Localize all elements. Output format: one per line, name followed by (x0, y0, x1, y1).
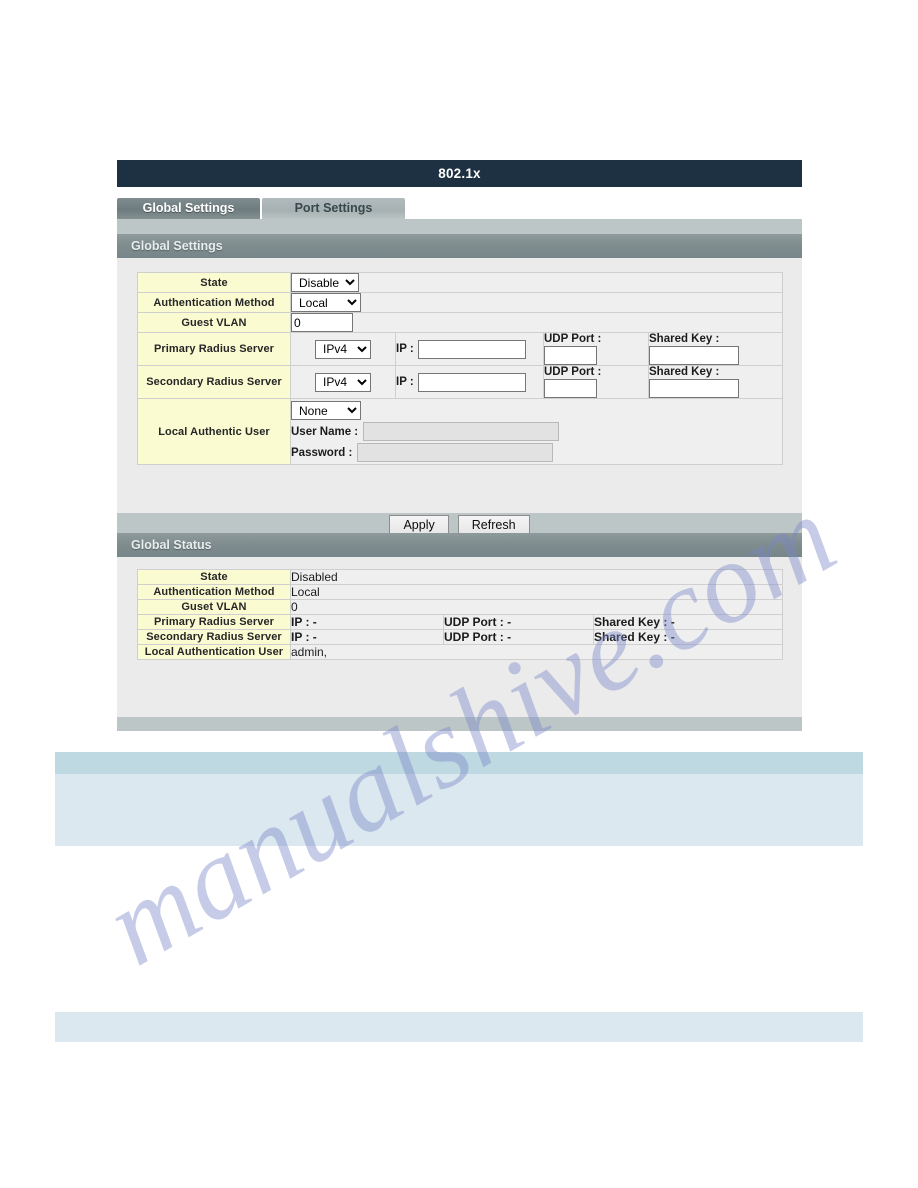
status-label-state: State (137, 569, 291, 585)
tab-port-settings[interactable]: Port Settings (262, 198, 405, 219)
cell-state-value: Disable (290, 272, 783, 293)
global-settings-table: State Disable Authentication Method Loca… (137, 272, 783, 465)
table-row-status-primary-radius: Primary Radius Server IP : - UDP Port : … (137, 614, 784, 630)
section-header-global-settings-label: Global Settings (131, 239, 223, 253)
tab-strip: Global Settings Port Settings (117, 197, 802, 219)
authentication-method-select[interactable]: Local (291, 293, 361, 312)
cell-auth-method-value: Local (290, 292, 783, 313)
status-label-guset-vlan: Guset VLAN (137, 599, 291, 615)
cell-local-authentic-user: None User Name : Password : (290, 398, 783, 465)
lower-table-primary-header (55, 752, 863, 774)
lower-table-primary-body (55, 774, 863, 846)
table-row-status-auth-method: Authentication Method Local (137, 584, 784, 600)
user-name-label: User Name : (291, 425, 359, 438)
global-status-table: State Disabled Authentication Method Loc… (137, 569, 784, 660)
table-row-local-authentic-user: Local Authentic User None User Name : Pa… (137, 398, 783, 465)
secondary-ip-input[interactable] (417, 372, 526, 392)
status-value-state: Disabled (289, 569, 784, 585)
table-row-status-secondary-radius: Secondary Radius Server IP : - UDP Port … (137, 629, 784, 645)
status-primary-ip: IP : - (290, 614, 444, 630)
status-secondary-shared-key: Shared Key : - (592, 629, 784, 645)
status-label-authentication-method: Authentication Method (137, 584, 291, 600)
status-label-secondary-radius-server: Secondary Radius Server (137, 629, 291, 645)
status-value-local-authentication-user: admin, (289, 644, 784, 660)
lower-table-secondary-body (55, 1012, 863, 1042)
user-name-input[interactable] (363, 422, 560, 441)
primary-shared-key-input[interactable] (649, 346, 739, 365)
tab-global-settings-label: Global Settings (142, 201, 235, 215)
label-guest-vlan: Guest VLAN (137, 312, 291, 333)
status-value-guset-vlan: 0 (289, 599, 784, 615)
status-label-primary-radius-server: Primary Radius Server (137, 614, 291, 630)
primary-shared-key-label: Shared Key : (649, 333, 720, 345)
label-secondary-radius-server: Secondary Radius Server (137, 365, 291, 399)
primary-ip-version-select[interactable]: IPv4 (315, 339, 371, 359)
password-input[interactable] (357, 443, 554, 462)
table-row-status-state: State Disabled (137, 569, 784, 585)
lower-table-primary (55, 752, 863, 846)
status-primary-shared-key: Shared Key : - (592, 614, 784, 630)
cell-primary-ip: IP : (395, 332, 544, 366)
primary-ip-input[interactable] (417, 339, 526, 359)
secondary-udp-port-input[interactable] (544, 379, 597, 398)
secondary-shared-key-input[interactable] (649, 379, 739, 398)
local-user-select[interactable]: None (291, 401, 361, 420)
table-row-status-local-user: Local Authentication User admin, (137, 644, 784, 660)
password-label: Password : (291, 446, 353, 459)
table-row-status-guest-vlan: Guset VLAN 0 (137, 599, 784, 615)
lower-table-secondary (55, 1012, 863, 1042)
table-row-secondary-radius: Secondary Radius Server IPv4 IP : UDP Po… (137, 365, 783, 399)
status-secondary-ip: IP : - (290, 629, 444, 645)
primary-udp-port-label: UDP Port : (544, 333, 602, 345)
page-title: 802.1x (438, 166, 481, 181)
cell-guest-vlan-value (290, 312, 783, 333)
secondary-ip-label: IP : (396, 376, 414, 388)
table-row-state: State Disable (137, 272, 783, 293)
label-primary-radius-server: Primary Radius Server (137, 332, 291, 366)
state-select[interactable]: Disable (291, 273, 359, 292)
secondary-udp-port-label: UDP Port : (544, 366, 602, 378)
primary-ip-label: IP : (396, 343, 414, 355)
status-primary-udp-port: UDP Port : - (443, 614, 594, 630)
tab-port-settings-label: Port Settings (294, 201, 373, 215)
page-title-bar: 802.1x (117, 160, 802, 187)
section-header-global-settings: Global Settings (117, 234, 802, 258)
cell-secondary-ip-version: IPv4 (290, 365, 396, 399)
cell-secondary-shared-key: Shared Key : (648, 365, 783, 399)
settings-panel: Global Settings State Disable Authentica… (117, 219, 802, 731)
section-header-global-status: Global Status (117, 533, 802, 557)
status-value-authentication-method: Local (289, 584, 784, 600)
secondary-ip-version-select[interactable]: IPv4 (315, 372, 371, 392)
table-row-auth-method: Authentication Method Local (137, 292, 783, 313)
cell-secondary-udp-port: UDP Port : (543, 365, 649, 399)
tab-global-settings[interactable]: Global Settings (117, 198, 260, 219)
primary-udp-port-input[interactable] (544, 346, 597, 365)
label-local-authentic-user: Local Authentic User (137, 398, 291, 465)
cell-secondary-ip: IP : (395, 365, 544, 399)
status-label-local-authentication-user: Local Authentication User (137, 644, 291, 660)
guest-vlan-input[interactable] (291, 313, 353, 332)
label-authentication-method: Authentication Method (137, 292, 291, 313)
cell-primary-udp-port: UDP Port : (543, 332, 649, 366)
cell-primary-ip-version: IPv4 (290, 332, 396, 366)
status-secondary-udp-port: UDP Port : - (443, 629, 594, 645)
label-state: State (137, 272, 291, 293)
table-row-primary-radius: Primary Radius Server IPv4 IP : UDP Port… (137, 332, 783, 366)
cell-primary-shared-key: Shared Key : (648, 332, 783, 366)
section-header-global-status-label: Global Status (131, 538, 212, 552)
table-row-guest-vlan: Guest VLAN (137, 312, 783, 333)
secondary-shared-key-label: Shared Key : (649, 366, 720, 378)
